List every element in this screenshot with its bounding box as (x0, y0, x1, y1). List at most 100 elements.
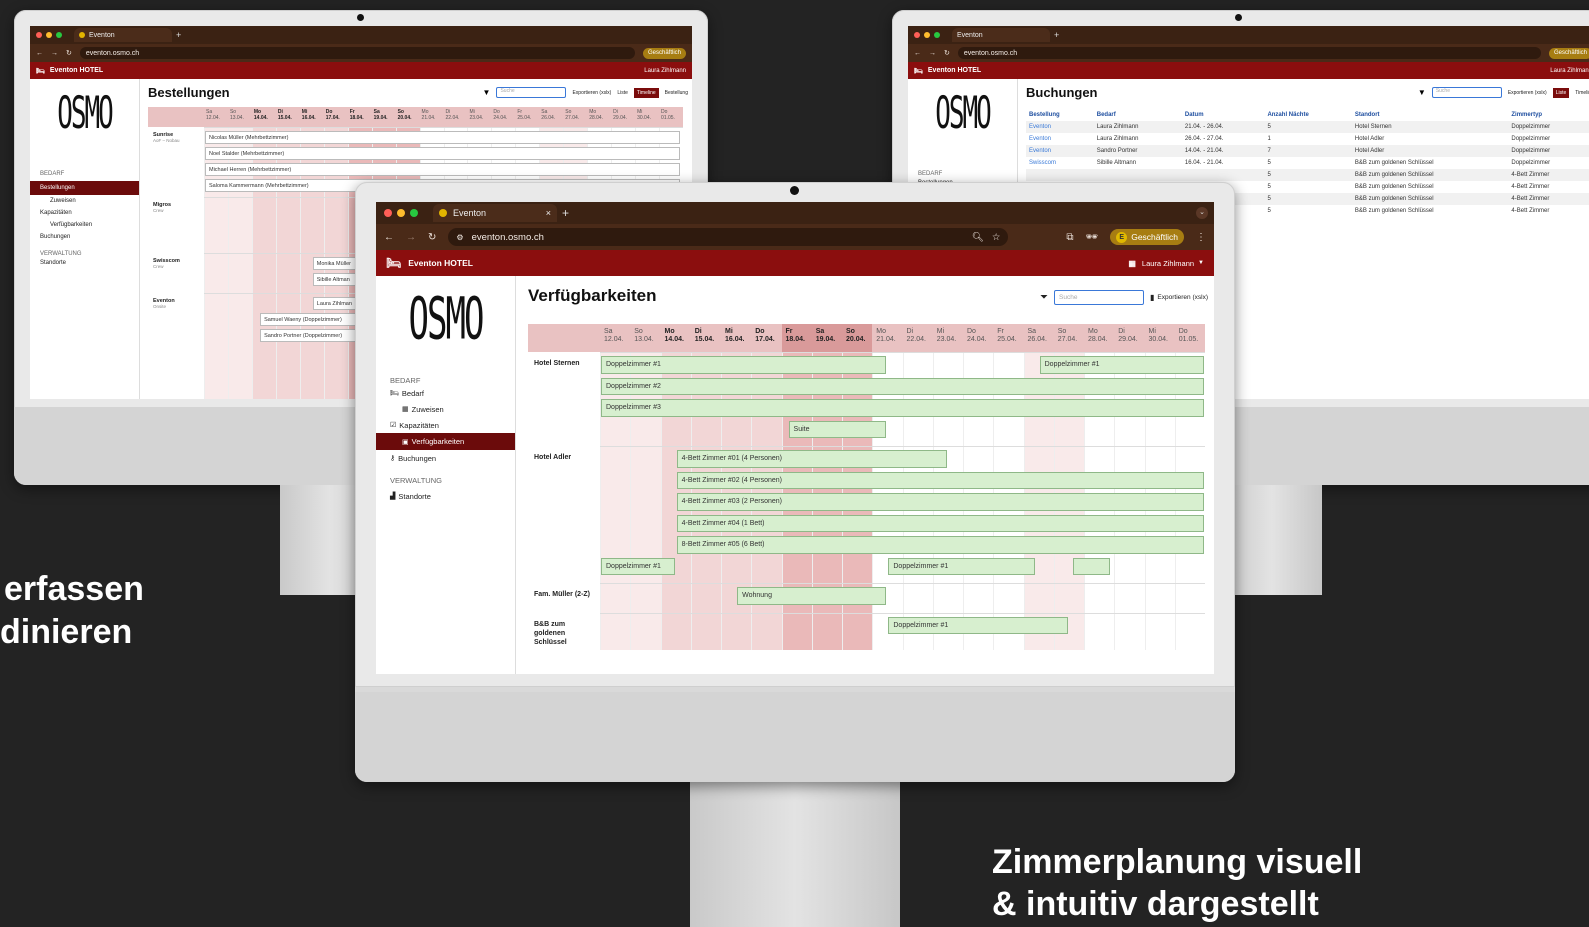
room-bar[interactable]: Doppelzimmer #1 (888, 616, 1068, 634)
tab-title[interactable]: Eventon (957, 32, 983, 39)
app-title[interactable]: Eventon HOTEL (50, 67, 103, 74)
profile-button[interactable]: Geschäftlich (1554, 50, 1587, 56)
room-bar[interactable]: 4-Bett Zimmer #01 (4 Personen) (676, 450, 947, 468)
room-bar[interactable]: Doppelzimmer #1 (601, 356, 887, 374)
tab-list-icon[interactable]: ⌄ (1196, 207, 1208, 219)
browser-menu-icon[interactable]: ⋮ (1196, 232, 1206, 243)
nav-standorte[interactable]: Standorte (30, 257, 139, 269)
room-bar[interactable]: 4-Bett Zimmer #03 (2 Personen) (676, 493, 1204, 511)
table-row[interactable]: Eventon Laura Zihlmann 26.04. - 27.04. 1 Hot… (1026, 133, 1589, 145)
room-bar[interactable] (1072, 557, 1111, 575)
url-text[interactable]: eventon.osmo.ch (86, 50, 139, 57)
close-tab-icon[interactable]: × (546, 208, 551, 218)
column-header[interactable]: Bestellung (1026, 109, 1094, 121)
room-bar[interactable]: Wohnung (737, 587, 887, 605)
room-bar[interactable]: 4-Bett Zimmer #04 (1 Bett) (676, 514, 1204, 532)
user-menu[interactable]: Laura Zihlmann (1550, 68, 1589, 74)
column-header[interactable]: Standort (1352, 109, 1509, 121)
profile-button[interactable]: Geschäftlich (1131, 232, 1178, 242)
column-header[interactable]: Datum (1182, 109, 1265, 121)
filter-icon[interactable]: ▼ (483, 88, 491, 97)
back-icon[interactable]: ← (914, 50, 921, 57)
filter-icon[interactable]: ▼ (1418, 88, 1426, 97)
extensions-icon[interactable]: ⧉ (1066, 232, 1073, 243)
bookmark-star-icon[interactable]: ☆ (992, 232, 1001, 243)
profile-button[interactable]: Geschäftlich (648, 50, 681, 56)
order-bar[interactable]: Nicolas Müller (Mehrbettzimmer) (205, 131, 680, 144)
table-row[interactable]: 5 B&B zum goldenen Schlüssel 4-Bett Zimmer (1026, 169, 1589, 181)
export-button[interactable]: ▮ Exportieren (xslx) (1150, 293, 1208, 302)
room-bar[interactable]: Doppelzimmer #2 (601, 377, 1204, 395)
search-input[interactable]: Suche (496, 87, 567, 98)
url-text[interactable]: eventon.osmo.ch (964, 50, 1017, 57)
url-text[interactable]: eventon.osmo.ch (472, 232, 544, 243)
zoom-icon[interactable]: 🔍︎ (972, 232, 984, 243)
reload-icon[interactable]: ↻ (944, 49, 950, 57)
filter-icon[interactable]: ⏷ (1040, 292, 1048, 303)
nav-bedarf[interactable]: 🛏 Bedarf (376, 385, 515, 401)
new-tab-button[interactable]: + (176, 30, 181, 40)
incognito-icon[interactable]: 🕶︎ (1086, 232, 1099, 243)
nav-verfuegbarkeiten[interactable]: Verfügbarkeiten (30, 219, 139, 231)
user-menu[interactable]: Laura Zihlmann (1142, 259, 1194, 268)
tab-title[interactable]: Eventon (89, 32, 115, 39)
table-cell[interactable] (1026, 169, 1094, 181)
minimize-window-icon[interactable] (397, 209, 405, 217)
nav-standorte[interactable]: ▟ Standorte (376, 489, 515, 503)
chevron-down-icon[interactable]: ▼ (1198, 260, 1204, 266)
timeline-view-button[interactable]: Timeline (633, 87, 659, 98)
forward-icon[interactable]: → (406, 232, 416, 243)
column-header[interactable]: Zimmertyp (1508, 109, 1589, 121)
day-header: Fr 25.04. (997, 328, 1017, 344)
app-title[interactable]: Eventon HOTEL (928, 67, 981, 74)
table-row[interactable]: Eventon Laura Zihlmann 21.04. - 26.04. 5 Hot… (1026, 121, 1589, 133)
table-row[interactable]: Eventon Sandro Portner 14.04. - 21.04. 7 Hot… (1026, 145, 1589, 157)
room-bar[interactable]: 4-Bett Zimmer #02 (4 Personen) (676, 471, 1204, 489)
nav-verfuegbarkeiten[interactable]: ▣ Verfügbarkeiten (376, 433, 515, 450)
maximize-window-icon[interactable] (410, 209, 418, 217)
tab-title[interactable]: Eventon (453, 208, 486, 218)
close-window-icon[interactable] (384, 209, 392, 217)
room-bar[interactable]: 8-Bett Zimmer #05 (6 Bett) (676, 536, 1204, 554)
nav-zuweisen[interactable]: Zuweisen (30, 195, 139, 207)
nav-buchungen[interactable]: ⚷ Buchungen (376, 450, 515, 466)
order-bar[interactable]: Noel Stalder (Mehrbettzimmer) (205, 147, 680, 160)
nav-buchungen[interactable]: Buchungen (30, 231, 139, 243)
room-bar[interactable]: Suite (788, 420, 887, 438)
reload-icon[interactable]: ↻ (428, 232, 436, 243)
add-bestellung-button[interactable]: Bestellung (665, 90, 688, 96)
table-cell[interactable]: Eventon (1026, 145, 1094, 157)
search-input[interactable]: Suche (1431, 87, 1502, 98)
nav-bestellungen[interactable]: Bestellungen (30, 181, 139, 195)
new-tab-button[interactable]: + (562, 206, 569, 220)
order-bar[interactable]: Michael Herren (Mehrbettzimmer) (205, 163, 680, 176)
export-button[interactable]: Exportieren (xslx) (572, 90, 611, 96)
site-info-icon[interactable]: ⚙ (456, 233, 463, 242)
reload-icon[interactable]: ↻ (66, 49, 72, 57)
user-menu[interactable]: Laura Zihlmann (644, 68, 686, 74)
table-row[interactable]: Swisscom Sibille Altmann 16.04. - 21.04. 5 B… (1026, 157, 1589, 169)
room-bar[interactable]: Doppelzimmer #3 (601, 399, 1204, 417)
back-icon[interactable]: ← (36, 50, 43, 57)
timeline-view-button[interactable]: Timeline (1575, 90, 1589, 96)
table-cell[interactable]: Swisscom (1026, 157, 1094, 169)
table-cell[interactable]: Eventon (1026, 133, 1094, 145)
room-bar[interactable]: Doppelzimmer #1 (888, 557, 1035, 575)
nav-kapazitaeten[interactable]: Kapazitäten (30, 207, 139, 219)
list-view-button[interactable]: Liste (1552, 87, 1570, 98)
forward-icon[interactable]: → (51, 50, 58, 57)
room-bar[interactable]: Doppelzimmer #1 (601, 557, 675, 575)
new-tab-button[interactable]: + (1054, 30, 1059, 40)
nav-zuweisen[interactable]: ▦ Zuweisen (376, 401, 515, 417)
forward-icon[interactable]: → (929, 50, 936, 57)
search-input[interactable]: Suche (1054, 290, 1145, 305)
list-view-button[interactable]: Liste (617, 90, 628, 96)
column-header[interactable]: Bedarf (1094, 109, 1182, 121)
room-bar[interactable]: Doppelzimmer #1 (1039, 356, 1204, 374)
table-cell[interactable]: Eventon (1026, 121, 1094, 133)
nav-kapazitaeten[interactable]: ☑ Kapazitäten (376, 417, 515, 433)
column-header[interactable]: Anzahl Nächte (1264, 109, 1351, 121)
back-icon[interactable]: ← (384, 232, 394, 243)
app-title[interactable]: Eventon HOTEL (408, 258, 473, 268)
export-button[interactable]: Exportieren (xslx) (1508, 90, 1547, 96)
